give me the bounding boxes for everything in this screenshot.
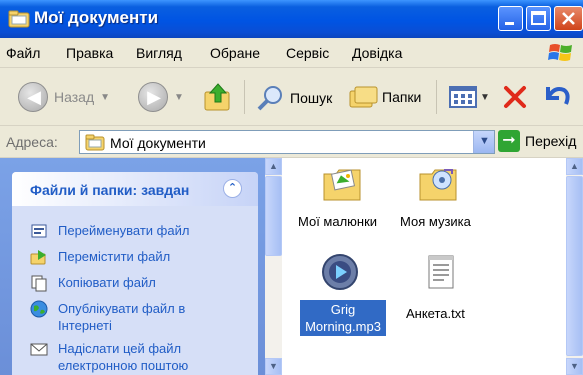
- globe-icon: [30, 300, 48, 318]
- media-file-icon: [322, 254, 358, 290]
- address-input[interactable]: Мої документи ▼: [79, 130, 495, 154]
- windows-logo-icon: [548, 44, 572, 61]
- rename-icon: [31, 224, 47, 238]
- toolbar: ◀ Назад ▼ ▶ ▼ Пошук Папки ▼: [0, 68, 583, 126]
- scroll-down-icon[interactable]: ▼: [265, 358, 282, 375]
- go-label: Перехід: [525, 133, 577, 149]
- address-bar: Адреса: Мої документи ▼ ➞ Перехід: [0, 126, 583, 158]
- task-email-file[interactable]: Надіслати цей файл електронною поштою: [30, 340, 188, 374]
- menu-tools[interactable]: Сервіс: [286, 45, 329, 61]
- file-list: Мої малюнки Моя музика GrigMorning.mp3: [282, 158, 566, 375]
- task-label: Опублікувати файл в Інтернеті: [58, 301, 186, 333]
- task-label: Надіслати цей файл електронною поштою: [58, 341, 189, 373]
- undo-icon[interactable]: [540, 82, 574, 110]
- task-label: Копіювати файл: [58, 275, 156, 290]
- delete-icon[interactable]: [502, 84, 528, 110]
- toolbar-separator: [244, 80, 245, 114]
- menu-favorites[interactable]: Обране: [210, 45, 260, 61]
- collapse-icon[interactable]: ⌃: [223, 179, 242, 198]
- menu-view[interactable]: Вигляд: [136, 45, 182, 61]
- file-name: Анкета.txt: [406, 306, 465, 321]
- pictures-folder-icon: [323, 169, 361, 201]
- search-button[interactable]: Пошук: [256, 84, 332, 112]
- file-name: Моя музика: [400, 214, 471, 229]
- close-button[interactable]: [554, 6, 583, 31]
- task-copy-file[interactable]: Копіювати файл: [30, 274, 156, 292]
- views-button[interactable]: ▼: [448, 84, 490, 110]
- minimize-icon: [505, 22, 514, 25]
- go-arrow-icon: ➞: [498, 130, 520, 152]
- file-name-selected: Grig Morning.mp3: [300, 300, 386, 336]
- folders-label: Папки: [382, 89, 422, 105]
- maximize-icon: [531, 11, 546, 25]
- up-folder-icon[interactable]: [202, 82, 234, 114]
- window-title: Мої документи: [34, 8, 159, 27]
- dropdown-arrow-icon[interactable]: ▼: [100, 92, 110, 103]
- menu-help[interactable]: Довідка: [352, 45, 402, 61]
- email-icon: [30, 343, 48, 356]
- folders-icon: [349, 86, 378, 108]
- dropdown-arrow-icon[interactable]: ▼: [480, 92, 490, 103]
- forward-button[interactable]: ▶ ▼: [138, 82, 184, 112]
- file-tasks-panel: Файли й папки: завдан ⌃ Перейменувати фа…: [12, 172, 258, 375]
- back-label: Назад: [54, 89, 95, 105]
- task-publish-file[interactable]: Опублікувати файл в Інтернеті: [30, 300, 185, 334]
- dropdown-arrow-icon[interactable]: ▼: [174, 92, 184, 103]
- back-button[interactable]: ◀ Назад ▼: [18, 82, 110, 112]
- folder-icon: [85, 134, 105, 151]
- address-label: Адреса:: [6, 134, 58, 150]
- task-pane-scrollbar[interactable]: ▲ ▼: [265, 158, 282, 375]
- address-value: Мої документи: [110, 135, 206, 151]
- scroll-up-icon[interactable]: ▲: [566, 158, 583, 175]
- address-dropdown-button[interactable]: ▼: [473, 131, 494, 153]
- menu-file[interactable]: Файл: [6, 45, 40, 61]
- scroll-up-icon[interactable]: ▲: [265, 158, 282, 175]
- menu-edit[interactable]: Правка: [66, 45, 113, 61]
- task-move-file[interactable]: Перемістити файл: [30, 248, 170, 266]
- task-panel-title: Файли й папки: завдан: [30, 182, 190, 198]
- music-folder-icon: [419, 169, 457, 201]
- forward-arrow-icon: ▶: [138, 82, 168, 112]
- task-label: Перемістити файл: [58, 249, 171, 264]
- back-arrow-icon: ◀: [18, 82, 48, 112]
- close-icon: [562, 12, 575, 25]
- task-label: Перейменувати файл: [58, 223, 190, 238]
- file-list-scrollbar[interactable]: ▲ ▼: [566, 158, 583, 375]
- search-icon: [257, 86, 282, 111]
- search-label: Пошук: [290, 90, 333, 106]
- scroll-down-icon[interactable]: ▼: [566, 358, 583, 375]
- task-panel-header[interactable]: Файли й папки: завдан ⌃: [12, 172, 258, 206]
- minimize-button[interactable]: [498, 6, 523, 31]
- scroll-thumb[interactable]: [265, 176, 282, 256]
- folders-button[interactable]: Папки: [348, 84, 421, 110]
- text-file-icon: [428, 255, 454, 289]
- chevron-down-icon: ▼: [479, 135, 490, 147]
- task-pane: Файли й папки: завдан ⌃ Перейменувати фа…: [0, 158, 265, 375]
- move-icon: [30, 250, 46, 265]
- copy-icon: [31, 275, 47, 292]
- go-button[interactable]: ➞ Перехід: [498, 130, 576, 152]
- explorer-window: Мої документи Файл Правка Вигляд Обране …: [0, 0, 583, 375]
- scroll-thumb[interactable]: [566, 176, 583, 356]
- views-icon: [449, 86, 477, 108]
- folder-icon: [8, 10, 30, 28]
- title-bar[interactable]: Мої документи: [0, 0, 583, 38]
- maximize-button[interactable]: [526, 6, 551, 31]
- file-name: Мої малюнки: [298, 214, 378, 229]
- task-rename-file[interactable]: Перейменувати файл: [30, 222, 189, 240]
- toolbar-separator: [436, 80, 437, 114]
- menu-bar: Файл Правка Вигляд Обране Сервіс Довідка: [0, 38, 583, 68]
